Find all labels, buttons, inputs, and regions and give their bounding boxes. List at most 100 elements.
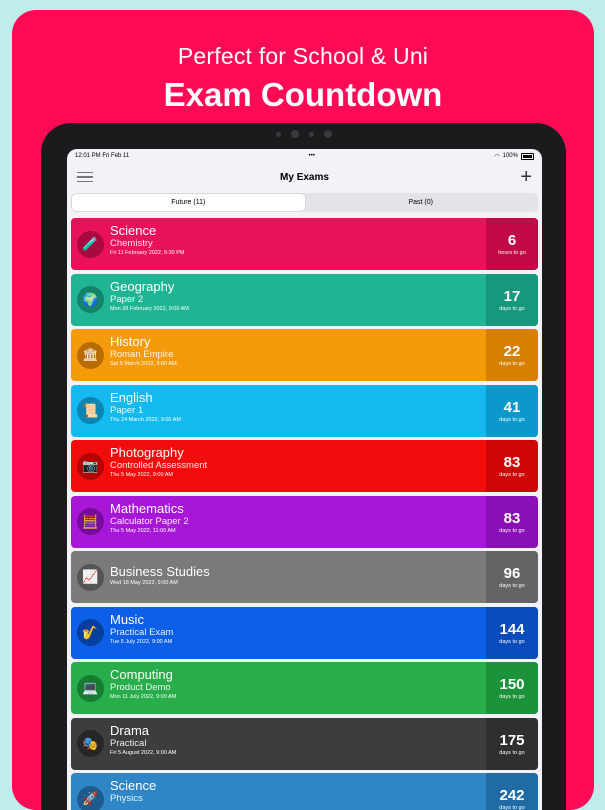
exam-date: Fri 11 February 2022, 6:30 PM — [110, 249, 486, 258]
countdown-unit: days to go — [499, 750, 524, 756]
tab-past[interactable]: Past (0) — [305, 194, 538, 211]
exam-row[interactable]: 🧪 ScienceChemistryFri 11 February 2022, 6… — [71, 218, 538, 270]
countdown-unit: days to go — [499, 361, 524, 367]
countdown-number: 242 — [499, 787, 524, 805]
exam-subject: Music — [110, 613, 486, 627]
promo-title: Exam Countdown — [12, 76, 594, 114]
exam-row[interactable]: 💻 ComputingProduct DemoMon 11 July 2022, … — [71, 662, 538, 714]
countdown-unit: days to go — [499, 306, 524, 312]
countdown-badge: 83days to go — [486, 440, 538, 492]
countdown-unit: days to go — [499, 694, 524, 700]
promo-banner: Perfect for School & Uni Exam Countdown … — [12, 10, 594, 810]
exam-date: Mon 28 February 2022, 9:00 AM — [110, 305, 486, 314]
masks-icon: 🎭 — [77, 730, 104, 757]
saxophone-icon: 🎷 — [77, 619, 104, 646]
exam-detail: Practical — [110, 738, 486, 749]
exam-row[interactable]: 🎭 DramaPracticalFri 5 August 2022, 9:00 A… — [71, 718, 538, 770]
countdown-badge: 175days to go — [486, 718, 538, 770]
countdown-unit: days to go — [499, 417, 524, 423]
exam-row[interactable]: 📈 Business StudiesWed 18 May 2022, 9:00 A… — [71, 551, 538, 603]
exam-subject: English — [110, 391, 486, 405]
countdown-badge: 17days to go — [486, 274, 538, 326]
book-icon: 📜 — [77, 397, 104, 424]
countdown-number: 41 — [504, 399, 521, 417]
app-screen: 12:01 PM Fri Feb 11 ••• ◠ 100% My Exams … — [67, 149, 542, 810]
countdown-number: 175 — [499, 732, 524, 750]
countdown-badge: 83days to go — [486, 496, 538, 548]
tab-future[interactable]: Future (11) — [72, 194, 305, 211]
exam-row[interactable]: 📜 EnglishPaper 1Thu 24 March 2022, 9:00 A… — [71, 385, 538, 437]
countdown-number: 96 — [504, 565, 521, 583]
exam-subject: History — [110, 335, 486, 349]
chart-board-icon: 📈 — [77, 564, 104, 591]
exam-row[interactable]: 🏛HistoryRoman EmpireSat 5 March 2022, 9:… — [71, 329, 538, 381]
camera-cluster — [276, 130, 332, 138]
rocket-icon: 🚀 — [77, 786, 104, 810]
exam-subject: Science — [110, 224, 486, 238]
menu-icon[interactable] — [77, 172, 93, 183]
exam-date: Thu 5 May 2022, 11:00 AM — [110, 527, 486, 536]
exam-subject: Computing — [110, 668, 486, 682]
exam-detail: Calculator Paper 2 — [110, 516, 486, 527]
camera-icon: 📷 — [77, 453, 104, 480]
exam-subject: Business Studies — [110, 565, 486, 579]
countdown-unit: days to go — [499, 528, 524, 534]
exam-date: Thu 24 March 2022, 9:00 AM — [110, 416, 486, 425]
countdown-unit: days to go — [499, 472, 524, 478]
exam-detail: Roman Empire — [110, 349, 486, 360]
countdown-badge: 22days to go — [486, 329, 538, 381]
countdown-unit: days to go — [499, 639, 524, 645]
status-bar: 12:01 PM Fri Feb 11 ••• ◠ 100% — [67, 149, 542, 163]
battery-percent: 100% — [503, 153, 518, 159]
future-past-segmented-control: Future (11) Past (0) — [71, 193, 538, 212]
exam-detail: Physics — [110, 793, 486, 804]
computer-icon: 💻 — [77, 675, 104, 702]
exam-date: Mon 11 July 2022, 9:00 AM — [110, 693, 486, 702]
countdown-unit: days to go — [499, 583, 524, 589]
exam-date: Fri 5 August 2022, 9:00 AM — [110, 749, 486, 758]
countdown-number: 144 — [499, 621, 524, 639]
page-title: My Exams — [67, 172, 542, 183]
exam-row[interactable]: 🧮 MathematicsCalculator Paper 2Thu 5 May … — [71, 496, 538, 548]
exam-date: Tue 5 July 2022, 9:00 AM — [110, 638, 486, 647]
exam-date: Sat 5 March 2022, 9:00 AM — [110, 360, 486, 369]
countdown-number: 83 — [504, 454, 521, 472]
countdown-number: 22 — [504, 343, 521, 361]
battery-icon — [521, 153, 534, 160]
exam-date: Thu 5 May 2022, 9:00 AM — [110, 471, 486, 480]
countdown-number: 17 — [504, 288, 521, 306]
wifi-icon: ◠ — [494, 153, 499, 160]
exam-detail: Paper 1 — [110, 405, 486, 416]
exam-date: Wed 18 May 2022, 9:00 AM — [110, 579, 486, 588]
exam-subject: Geography — [110, 280, 486, 294]
exam-subject: Mathematics — [110, 502, 486, 516]
exam-detail: Paper 2 — [110, 294, 486, 305]
exam-list: 🧪 ScienceChemistryFri 11 February 2022, 6… — [67, 218, 542, 810]
countdown-number: 150 — [499, 676, 524, 694]
countdown-unit: hours to go — [498, 250, 526, 256]
exam-detail: Chemistry — [110, 238, 486, 249]
exam-detail: Product Demo — [110, 682, 486, 693]
test-tubes-icon: 🧪 — [77, 231, 104, 258]
countdown-number: 83 — [504, 510, 521, 528]
nav-bar: My Exams + — [67, 163, 542, 191]
countdown-badge: 6hours to go — [486, 218, 538, 270]
exam-detail: Practical Exam — [110, 627, 486, 638]
ipad-frame: 12:01 PM Fri Feb 11 ••• ◠ 100% My Exams … — [41, 123, 566, 810]
countdown-unit: days to go — [499, 805, 524, 810]
exam-row[interactable]: 🎷 MusicPractical ExamTue 5 July 2022, 9:0… — [71, 607, 538, 659]
exam-row[interactable]: 🌍 GeographyPaper 2Mon 28 February 2022, 9… — [71, 274, 538, 326]
exam-subject: Photography — [110, 446, 486, 460]
countdown-badge: 41days to go — [486, 385, 538, 437]
exam-subject: Drama — [110, 724, 486, 738]
calculator-icon: 🧮 — [77, 508, 104, 535]
globe-icon: 🌍 — [77, 286, 104, 313]
exam-row[interactable]: 📷 PhotographyControlled AssessmentThu 5 M… — [71, 440, 538, 492]
countdown-badge: 144days to go — [486, 607, 538, 659]
add-exam-button[interactable]: + — [520, 167, 532, 187]
exam-row[interactable]: 🚀SciencePhysics242days to go — [71, 773, 538, 810]
promo-subtitle: Perfect for School & Uni — [12, 43, 594, 70]
status-time: 12:01 PM Fri Feb 11 — [75, 153, 129, 159]
exam-detail: Controlled Assessment — [110, 460, 486, 471]
status-dots: ••• — [309, 153, 315, 159]
